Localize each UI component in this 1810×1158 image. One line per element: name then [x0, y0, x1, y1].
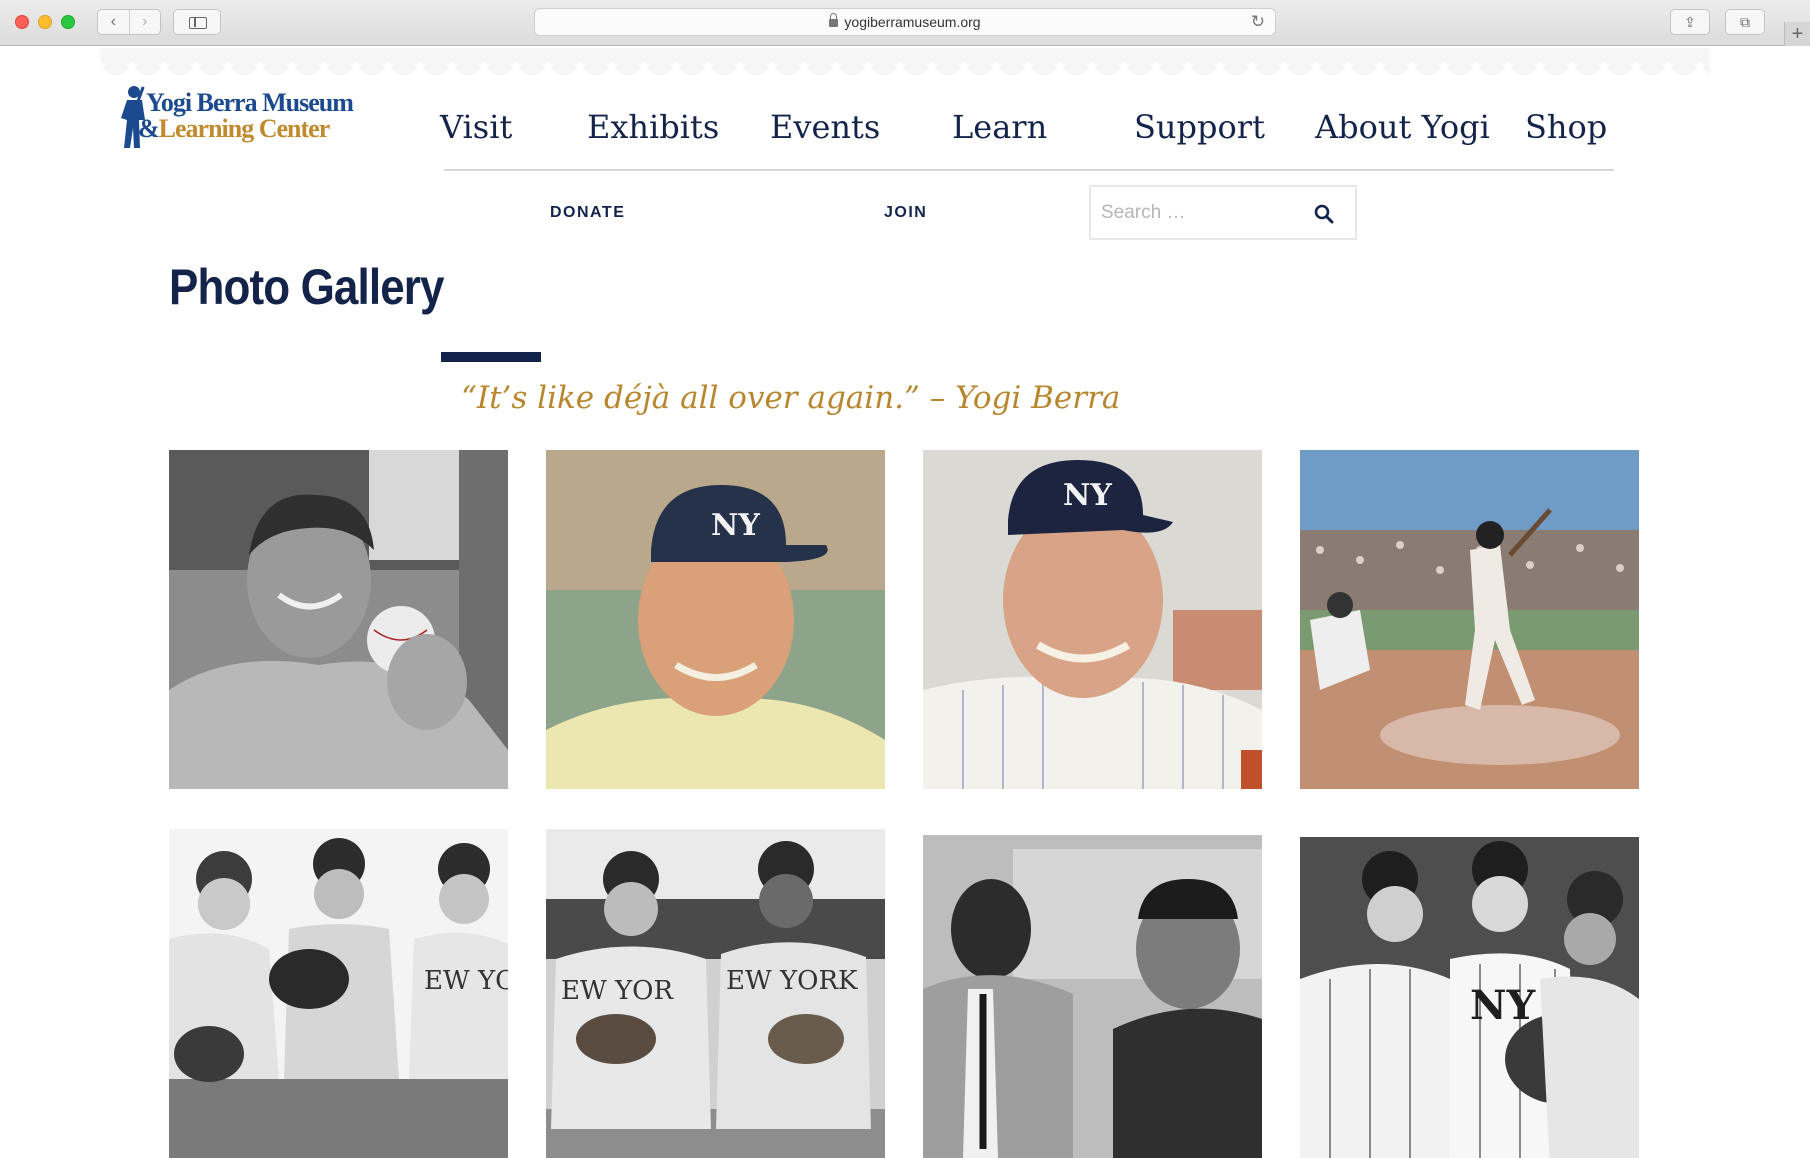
page-quote: “It’s like déjà all over again.” – Yogi …: [461, 380, 1121, 416]
lock-icon: [829, 13, 839, 27]
page-title: Photo Gallery: [169, 259, 445, 315]
title-underline: [441, 352, 541, 362]
gallery-photo[interactable]: [169, 450, 508, 789]
share-icon[interactable]: ⇪: [1670, 9, 1710, 35]
gallery-photo[interactable]: NY: [1300, 829, 1639, 1158]
logo-line-2-text: Learning Center: [158, 114, 331, 143]
show-tabs-icon[interactable]: ⧉: [1725, 9, 1765, 35]
header-scallop-decoration: [100, 48, 1710, 78]
gallery-photo[interactable]: EW YO: [169, 829, 508, 1158]
search-box: [1089, 185, 1357, 240]
nav-events[interactable]: Events: [770, 108, 880, 146]
nav-divider: [444, 169, 1614, 171]
sidebar-toggle-icon[interactable]: [173, 9, 221, 35]
search-input[interactable]: [1101, 199, 1301, 227]
donate-link[interactable]: DONATE: [550, 204, 625, 222]
gallery-photo[interactable]: NY: [546, 450, 885, 789]
svg-text:NY: NY: [1470, 982, 1536, 1029]
nav-learn[interactable]: Learn: [952, 108, 1047, 146]
svg-text:NY: NY: [1063, 478, 1112, 513]
nav-exhibits[interactable]: Exhibits: [587, 108, 719, 146]
browser-toolbar: ‹ › yogiberramuseum.org ↻ ⇪ ⧉ +: [0, 0, 1810, 46]
svg-text:NY: NY: [711, 508, 760, 543]
zoom-window-button[interactable]: [61, 15, 75, 29]
join-link[interactable]: JOIN: [884, 204, 927, 222]
address-url: yogiberramuseum.org: [844, 14, 981, 30]
gallery-photo[interactable]: NY: [923, 450, 1262, 789]
nav-about-yogi[interactable]: About Yogi: [1315, 108, 1490, 146]
logo-ampersand: &: [138, 114, 160, 143]
gallery-photo[interactable]: EW YOR EW YORK: [546, 829, 885, 1158]
address-bar[interactable]: yogiberramuseum.org ↻: [534, 8, 1276, 36]
svg-text:EW YORK: EW YORK: [726, 966, 858, 996]
forward-arrow-icon[interactable]: ›: [128, 10, 161, 34]
site-logo[interactable]: Yogi Berra Museum &Learning Center: [118, 84, 358, 154]
gallery-photo[interactable]: [923, 829, 1262, 1158]
svg-text:EW YO: EW YO: [424, 966, 508, 996]
reload-icon[interactable]: ↻: [1251, 12, 1265, 32]
svg-text:EW YOR: EW YOR: [561, 976, 674, 1006]
nav-shop[interactable]: Shop: [1525, 108, 1607, 146]
minimize-window-button[interactable]: [38, 15, 52, 29]
close-window-button[interactable]: [15, 15, 29, 29]
gallery-photo[interactable]: [1300, 450, 1639, 789]
search-icon[interactable]: [1314, 204, 1334, 224]
nav-support[interactable]: Support: [1134, 108, 1265, 146]
back-arrow-icon[interactable]: ‹: [98, 10, 129, 34]
logo-line-2: &Learning Center: [138, 114, 331, 144]
new-tab-icon[interactable]: +: [1784, 22, 1810, 46]
history-navigation: ‹ ›: [97, 9, 161, 35]
nav-visit[interactable]: Visit: [440, 108, 512, 146]
